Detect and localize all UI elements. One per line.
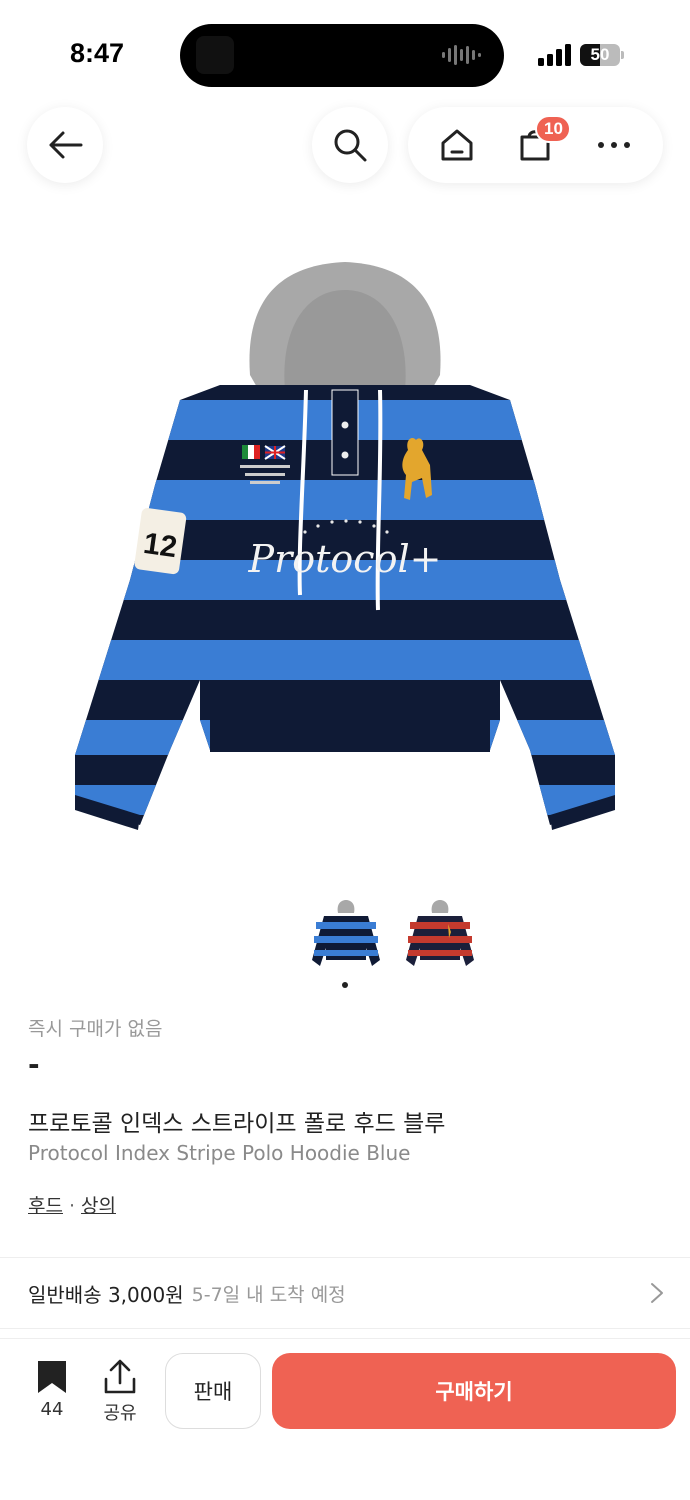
product-name-korean: 프로토콜 인덱스 스트라이프 폴로 후드 블루 [28, 1111, 446, 1137]
bookmark-count: 44 [40, 1399, 64, 1420]
divider [0, 1328, 690, 1329]
home-icon [441, 129, 473, 161]
status-time: 8:47 [70, 38, 125, 68]
status-bar: 8:47 50 [0, 0, 690, 100]
shipping-row[interactable]: 일반배송 3,000원 5-7일 내 도착 예정 [0, 1258, 690, 1328]
sleeve-patch-number: 12 [141, 527, 179, 564]
chest-logo-text: Protocol+ [248, 537, 442, 581]
camera-icon [196, 36, 234, 74]
sell-button[interactable]: 판매 [165, 1353, 261, 1429]
cellular-signal-icon [538, 44, 571, 66]
shipping-eta: 5-7일 내 도착 예정 [191, 1283, 346, 1306]
buy-button[interactable]: 구매하기 [272, 1353, 676, 1429]
instant-price-label: 즉시 구매가 없음 [28, 1018, 163, 1040]
product-image[interactable]: Protocol+ 12 [60, 250, 630, 850]
cart-count-badge: 10 [535, 115, 572, 143]
audio-wave-icon [442, 45, 481, 65]
bookmark-icon [38, 1361, 66, 1393]
search-icon [334, 129, 367, 162]
bookmark-button[interactable]: 44 [30, 1359, 74, 1420]
nav-actions: 10 [408, 107, 663, 183]
category-link-hoodie[interactable]: 후드 [28, 1195, 63, 1217]
back-button[interactable] [27, 107, 103, 183]
cart-button[interactable]: 10 [505, 115, 572, 175]
battery-icon: 50 [580, 44, 624, 66]
thumbnail-strip [310, 898, 480, 978]
product-name-english: Protocol Index Stripe Polo Hoodie Blue [28, 1141, 411, 1165]
more-button[interactable] [584, 115, 644, 175]
thumbnail-blue[interactable] [310, 898, 382, 972]
arrow-left-icon [49, 131, 83, 159]
thumbnail-red[interactable] [404, 898, 476, 972]
carousel-indicator-dot [342, 982, 348, 988]
battery-level: 50 [590, 45, 610, 64]
bottom-action-bar: 44 공유 판매 구매하기 [0, 1338, 690, 1448]
shipping-fee: 일반배송 3,000원 [28, 1282, 184, 1307]
price: - [28, 1048, 40, 1081]
category-link-tops[interactable]: 상의 [81, 1195, 116, 1217]
share-label: 공유 [103, 1403, 137, 1424]
home-button[interactable] [427, 115, 487, 175]
share-icon [104, 1359, 136, 1394]
share-button[interactable]: 공유 [97, 1359, 143, 1425]
more-dots-icon [597, 142, 630, 148]
category-separator: · [68, 1195, 76, 1217]
category-breadcrumb: 후드 · 상의 [28, 1191, 116, 1218]
search-button[interactable] [312, 107, 388, 183]
chevron-right-icon [651, 1283, 663, 1303]
dynamic-island [180, 24, 504, 87]
